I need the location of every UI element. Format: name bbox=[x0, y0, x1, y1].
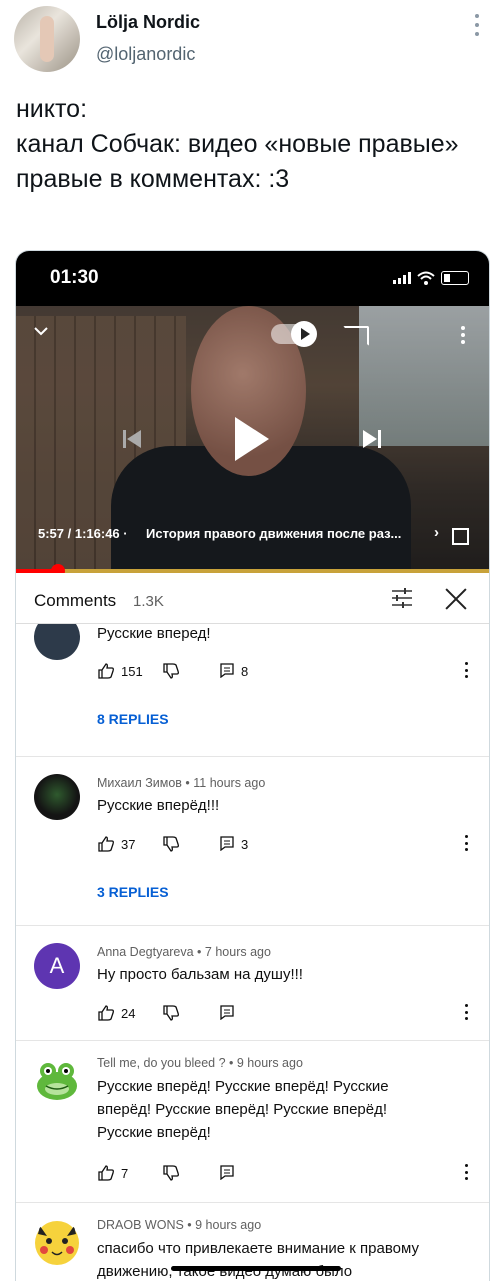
dislike-icon[interactable] bbox=[162, 1004, 180, 1022]
title-chevron-icon[interactable]: › bbox=[434, 524, 439, 541]
tweet-text: никто: канал Собчак: видео «новые правые… bbox=[16, 95, 459, 193]
comment-text: Русские вперёд!!! bbox=[97, 797, 220, 814]
reply-count: 8 bbox=[241, 664, 249, 679]
tweet-header: Lölja Nordic @loljanordic bbox=[0, 0, 503, 90]
comment-meta: DRAOB WONS • 9 hours ago bbox=[97, 1218, 262, 1232]
like-count: 24 bbox=[121, 1006, 136, 1021]
video-player[interactable]: 5:57 / 1:16:46 · История правого движени… bbox=[16, 306, 489, 571]
fullscreen-icon[interactable] bbox=[452, 528, 469, 545]
comment-avatar[interactable] bbox=[34, 774, 80, 820]
author-name[interactable]: Lölja Nordic bbox=[96, 12, 200, 33]
like-count: 37 bbox=[121, 837, 136, 852]
dislike-icon[interactable] bbox=[162, 835, 180, 853]
like-icon[interactable] bbox=[97, 1164, 115, 1182]
wifi-icon bbox=[417, 271, 435, 285]
video-time: 5:57 / 1:16:46 · bbox=[38, 526, 128, 541]
like-count: 151 bbox=[121, 664, 143, 679]
battery-icon bbox=[441, 271, 469, 285]
video-more-icon[interactable] bbox=[461, 326, 465, 344]
like-icon[interactable] bbox=[97, 1004, 115, 1022]
frog-icon[interactable] bbox=[34, 1058, 80, 1104]
comment-meta: Anna Degtyareva • 7 hours ago bbox=[97, 945, 271, 959]
dislike-icon[interactable] bbox=[162, 1164, 180, 1182]
comment-text: Русские вперед! bbox=[97, 625, 211, 642]
comments-title: Comments bbox=[34, 591, 117, 610]
author-avatar[interactable] bbox=[14, 6, 80, 72]
previous-icon[interactable] bbox=[121, 428, 143, 450]
comment-more-icon[interactable] bbox=[465, 835, 469, 851]
comment-more-icon[interactable] bbox=[465, 662, 469, 678]
tweet-more-icon[interactable] bbox=[470, 14, 484, 36]
autoplay-toggle[interactable] bbox=[271, 321, 317, 347]
reply-count: 3 bbox=[241, 837, 249, 852]
comment-item: Tell me, do you bleed ? • 9 hours ago Ру… bbox=[16, 1040, 489, 1203]
comment-avatar[interactable] bbox=[34, 624, 80, 660]
comment-text: Русские вперёд! Русские вперёд! Русские … bbox=[97, 1078, 389, 1141]
like-count: 7 bbox=[121, 1166, 129, 1181]
dislike-icon[interactable] bbox=[162, 662, 180, 680]
comment-item: A Anna Degtyareva • 7 hours ago Ну прост… bbox=[16, 925, 489, 1041]
reply-icon[interactable] bbox=[219, 1164, 235, 1180]
comment-item: Русские вперед! 151 8 8 REPLIES bbox=[16, 624, 489, 757]
comment-more-icon[interactable] bbox=[465, 1164, 469, 1180]
replies-link[interactable]: 8 REPLIES bbox=[97, 711, 169, 727]
comment-item: Михаил Зимов • 11 hours ago Русские впер… bbox=[16, 756, 489, 926]
comment-meta: Михаил Зимов • 11 hours ago bbox=[97, 776, 266, 790]
play-icon[interactable] bbox=[235, 417, 269, 461]
like-icon[interactable] bbox=[97, 662, 115, 680]
comment-avatar[interactable]: A bbox=[34, 943, 80, 989]
comments-list: Русские вперед! 151 8 8 REPLIES Михаил З… bbox=[16, 624, 489, 1281]
next-icon[interactable] bbox=[361, 428, 383, 450]
tweet-media-screenshot[interactable]: 01:30 5:57 / 1:16:46 · История правого д… bbox=[15, 250, 490, 1281]
comment-text: Ну просто бальзам на душу!!! bbox=[97, 966, 303, 983]
like-icon[interactable] bbox=[97, 835, 115, 853]
comments-header: Comments 1.3K bbox=[16, 573, 489, 624]
comment-more-icon[interactable] bbox=[465, 1004, 469, 1020]
reply-icon[interactable] bbox=[219, 835, 235, 851]
replies-link[interactable]: 3 REPLIES bbox=[97, 884, 169, 900]
comment-text: спасибо что привлекаете внимание к право… bbox=[97, 1240, 419, 1280]
phone-status-bar: 01:30 bbox=[16, 251, 489, 306]
reply-icon[interactable] bbox=[219, 1004, 235, 1020]
status-time: 01:30 bbox=[50, 267, 99, 288]
author-handle[interactable]: @loljanordic bbox=[96, 44, 195, 65]
cast-icon[interactable] bbox=[343, 326, 369, 346]
close-icon[interactable] bbox=[444, 587, 468, 611]
reply-icon[interactable] bbox=[219, 662, 235, 678]
comment-meta: Tell me, do you bleed ? • 9 hours ago bbox=[97, 1056, 303, 1070]
pikachu-icon[interactable] bbox=[34, 1220, 80, 1266]
home-indicator bbox=[171, 1266, 341, 1271]
video-title[interactable]: История правого движения после раз... bbox=[146, 526, 426, 541]
signal-icon bbox=[393, 272, 411, 284]
sort-icon[interactable] bbox=[390, 587, 414, 609]
comments-count: 1.3K bbox=[133, 593, 164, 610]
collapse-chevron-icon[interactable] bbox=[34, 324, 48, 338]
